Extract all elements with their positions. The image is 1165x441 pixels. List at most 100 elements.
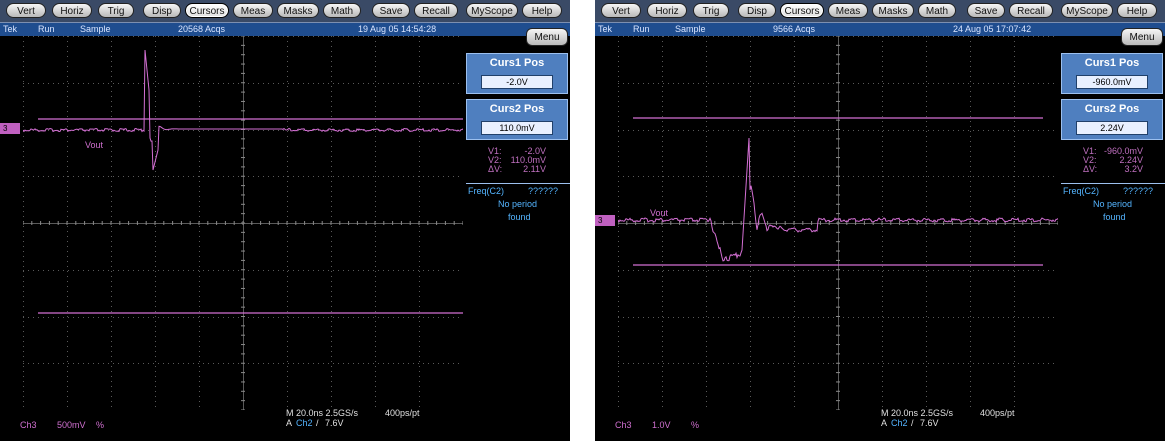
trigger-prefix: A bbox=[286, 418, 293, 428]
waveform-display bbox=[23, 36, 463, 410]
status-bar: Tek Run Sample 9566 Acqs 24 Aug 05 17:07… bbox=[595, 23, 1165, 36]
freq-label: Freq(C2) bbox=[468, 186, 505, 196]
trigger-prefix: A bbox=[881, 418, 888, 428]
menu-button[interactable]: Menu bbox=[1121, 28, 1163, 46]
dv-key: ΔV: bbox=[488, 164, 503, 174]
freq-message-2: found bbox=[508, 212, 531, 222]
freq-value: ?????? bbox=[1123, 186, 1154, 196]
run-state: Run bbox=[38, 24, 55, 34]
dv-key: ΔV: bbox=[1083, 164, 1098, 174]
trig-button[interactable]: Trig bbox=[693, 3, 729, 18]
meas-button[interactable]: Meas bbox=[233, 3, 273, 18]
meas-button[interactable]: Meas bbox=[828, 3, 868, 18]
vert-button[interactable]: Vert bbox=[6, 3, 46, 18]
waveform-graticule[interactable]: Vout bbox=[618, 36, 1058, 410]
curs1-value[interactable]: -2.0V bbox=[481, 75, 553, 89]
freq-label: Freq(C2) bbox=[1063, 186, 1100, 196]
status-bar: Tek Run Sample 20568 Acqs 19 Aug 05 14:5… bbox=[0, 23, 570, 36]
waveform-graticule[interactable]: Vout bbox=[23, 36, 463, 410]
freq-message-2: found bbox=[1103, 212, 1126, 222]
freq-value: ?????? bbox=[528, 186, 559, 196]
horiz-button[interactable]: Horiz bbox=[647, 3, 687, 18]
datetime: 19 Aug 05 14:54:28 bbox=[358, 24, 437, 34]
curs2-title: Curs2 Pos bbox=[1084, 103, 1140, 115]
freq-message-1: No period bbox=[1093, 199, 1133, 209]
freq-message-1: No period bbox=[498, 199, 538, 209]
vertical-scale[interactable]: 1.0V bbox=[652, 420, 671, 430]
bottom-info-bar: Ch3 1.0V % M 20.0ns 2.5GS/s A Ch2 / 7.6V… bbox=[595, 408, 1165, 441]
save-button[interactable]: Save bbox=[372, 3, 410, 18]
recall-button[interactable]: Recall bbox=[1009, 3, 1053, 18]
channel-label[interactable]: Ch3 bbox=[615, 420, 632, 430]
cursors-button[interactable]: Cursors bbox=[780, 3, 824, 18]
trigger-channel[interactable]: Ch2 bbox=[296, 418, 313, 428]
cursor-readout: V1: -2.0V V2: 110.0mV ΔV: 2.11V bbox=[488, 147, 546, 174]
vertical-scale[interactable]: 500mV bbox=[57, 420, 86, 430]
sample-interval: 400ps/pt bbox=[980, 408, 1015, 418]
help-button[interactable]: Help bbox=[1117, 3, 1157, 18]
trigger-level[interactable]: 7.6V bbox=[920, 418, 939, 428]
acq-mode: Sample bbox=[675, 24, 706, 34]
disp-button[interactable]: Disp bbox=[738, 3, 776, 18]
curs1-pos-panel[interactable]: Curs1 Pos -960.0mV bbox=[1061, 53, 1163, 94]
curs1-value[interactable]: -960.0mV bbox=[1076, 75, 1148, 89]
curs2-title: Curs2 Pos bbox=[489, 103, 545, 115]
save-button[interactable]: Save bbox=[967, 3, 1005, 18]
channel-3-marker[interactable]: 3 bbox=[595, 215, 615, 226]
cursors-button[interactable]: Cursors bbox=[185, 3, 229, 18]
curs1-pos-panel[interactable]: Curs1 Pos -2.0V bbox=[466, 53, 568, 94]
waveform-display bbox=[618, 36, 1058, 410]
masks-button[interactable]: Masks bbox=[277, 3, 319, 18]
vert-button[interactable]: Vert bbox=[601, 3, 641, 18]
cursor-side-panel: Menu Curs1 Pos -2.0V Curs2 Pos 110.0mV V… bbox=[466, 28, 570, 410]
horiz-button[interactable]: Horiz bbox=[52, 3, 92, 18]
timebase[interactable]: M 20.0ns 2.5GS/s bbox=[881, 408, 953, 418]
recall-button[interactable]: Recall bbox=[414, 3, 458, 18]
vout-label: Vout bbox=[85, 140, 104, 150]
disp-button[interactable]: Disp bbox=[143, 3, 181, 18]
channel-3-marker[interactable]: 3 bbox=[0, 123, 20, 134]
trig-button[interactable]: Trig bbox=[98, 3, 134, 18]
menu-bar: Vert Horiz Trig Disp Cursors Meas Masks … bbox=[0, 0, 570, 23]
menu-button[interactable]: Menu bbox=[526, 28, 568, 46]
curs2-pos-panel[interactable]: Curs2 Pos 110.0mV bbox=[466, 99, 568, 140]
panel-divider bbox=[1061, 183, 1165, 184]
curs2-value[interactable]: 110.0mV bbox=[481, 121, 553, 135]
channel-label[interactable]: Ch3 bbox=[20, 420, 37, 430]
acq-count: 20568 Acqs bbox=[178, 24, 226, 34]
myscope-button[interactable]: MyScope bbox=[1061, 3, 1113, 18]
trigger-channel[interactable]: Ch2 bbox=[891, 418, 908, 428]
masks-button[interactable]: Masks bbox=[872, 3, 914, 18]
curs1-title: Curs1 Pos bbox=[489, 57, 545, 69]
cursor-side-panel: Menu Curs1 Pos -960.0mV Curs2 Pos 2.24V … bbox=[1061, 28, 1165, 410]
run-state: Run bbox=[633, 24, 650, 34]
curs2-pos-panel[interactable]: Curs2 Pos 2.24V bbox=[1061, 99, 1163, 140]
oscilloscope-screen-right: Vert Horiz Trig Disp Cursors Meas Masks … bbox=[595, 0, 1165, 441]
cursor-readout: V1: -960.0mV V2: 2.24V ΔV: 3.2V bbox=[1083, 147, 1143, 174]
timebase[interactable]: M 20.0ns 2.5GS/s bbox=[286, 408, 358, 418]
sample-interval: 400ps/pt bbox=[385, 408, 420, 418]
coupling-icon: % bbox=[96, 420, 105, 430]
coupling-icon: % bbox=[691, 420, 700, 430]
help-button[interactable]: Help bbox=[522, 3, 562, 18]
oscilloscope-screen-left: Vert Horiz Trig Disp Cursors Meas Masks … bbox=[0, 0, 570, 441]
brand-label: Tek bbox=[3, 24, 18, 34]
curs1-title: Curs1 Pos bbox=[1084, 57, 1140, 69]
dv-value: 2.11V bbox=[523, 164, 546, 174]
brand-label: Tek bbox=[598, 24, 613, 34]
panel-divider bbox=[466, 183, 570, 184]
math-button[interactable]: Math bbox=[323, 3, 361, 18]
datetime: 24 Aug 05 17:07:42 bbox=[953, 24, 1032, 34]
myscope-button[interactable]: MyScope bbox=[466, 3, 518, 18]
trigger-level[interactable]: 7.6V bbox=[325, 418, 344, 428]
math-button[interactable]: Math bbox=[918, 3, 956, 18]
menu-bar: Vert Horiz Trig Disp Cursors Meas Masks … bbox=[595, 0, 1165, 23]
curs2-value[interactable]: 2.24V bbox=[1076, 121, 1148, 135]
trigger-slope-icon: / bbox=[911, 418, 914, 428]
trigger-slope-icon: / bbox=[316, 418, 319, 428]
dv-value: 3.2V bbox=[1124, 164, 1143, 174]
vout-label: Vout bbox=[650, 208, 669, 218]
acq-count: 9566 Acqs bbox=[773, 24, 816, 34]
bottom-info-bar: Ch3 500mV % M 20.0ns 2.5GS/s A Ch2 / 7.6… bbox=[0, 408, 570, 441]
acq-mode: Sample bbox=[80, 24, 111, 34]
